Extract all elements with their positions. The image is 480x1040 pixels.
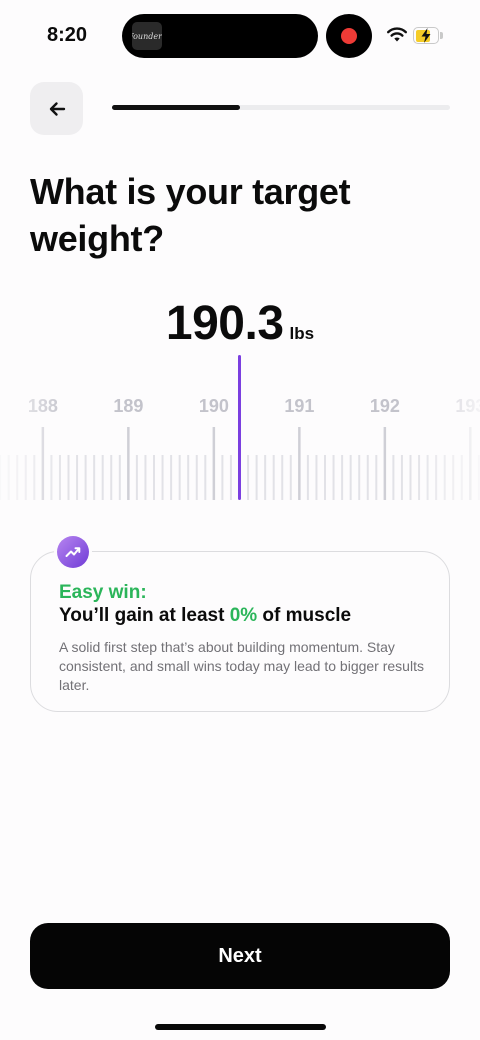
card-main-prefix: You’ll gain at least [59,605,230,626]
wifi-icon [387,27,407,42]
card-main-suffix: of muscle [257,605,352,626]
weight-value: 190.3 [165,297,284,350]
card-description: A solid first step that’s about building… [59,639,424,693]
charging-bolt-icon [421,28,431,43]
muscle-percent: 0% [229,605,258,626]
ruler-label: 193 [455,396,480,416]
recording-indicator [326,14,372,58]
ruler-label: 189 [113,396,143,416]
island-thumbnail: Founders [132,22,162,50]
card-heading: Easy win: [59,582,147,603]
weight-unit: lbs [289,324,315,343]
weight-ruler-slider[interactable]: 188 189 190 191 192 193 [0,355,480,505]
ruler-label: 192 [370,396,400,416]
arrow-left-icon [49,101,65,116]
ruler-label: 188 [28,396,58,416]
next-button[interactable]: Next [30,923,450,989]
card-main-text: You’ll gain at least 0% of muscle [59,605,351,627]
ruler-label: 191 [284,396,314,416]
home-indicator [155,1024,326,1030]
dynamic-island: Founders [122,14,318,58]
ruler-label: 190 [199,396,229,416]
ruler-indicator [238,355,241,500]
step-progress-bar [112,105,450,110]
back-button[interactable] [30,82,83,135]
page-title: What is your target weight? [30,171,351,259]
weight-display: 190.3 lbs [0,296,480,351]
status-time: 8:20 [47,24,88,46]
record-dot-icon [341,28,357,44]
trend-up-icon [57,536,89,568]
step-progress-fill [112,105,241,110]
